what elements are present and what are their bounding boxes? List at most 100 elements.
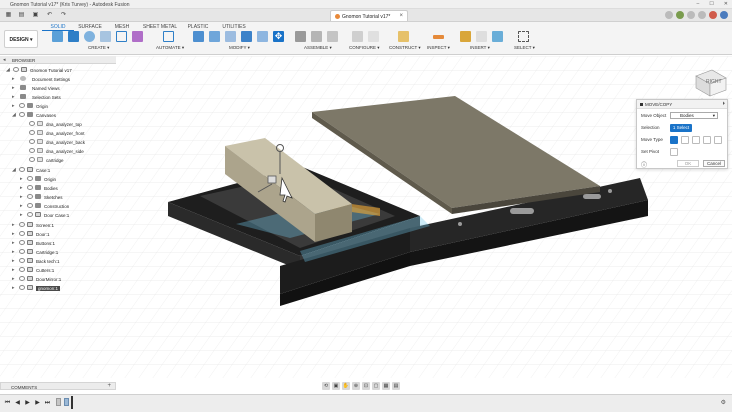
group-configure[interactable]: CONFIGURE ▾ [349, 45, 380, 51]
group-insert[interactable]: INSERT ▾ [470, 45, 490, 51]
viewports-icon[interactable]: ▤ [392, 382, 400, 390]
tab-plastic[interactable]: PLASTIC [182, 23, 214, 31]
fit-icon[interactable]: ⊡ [362, 382, 370, 390]
visibility-eye-icon[interactable] [19, 103, 25, 108]
visibility-eye-icon[interactable] [19, 167, 25, 172]
group-assemble[interactable]: ASSEMBLE ▾ [304, 45, 332, 51]
look-at-icon[interactable]: ▣ [332, 382, 340, 390]
visibility-eye-icon[interactable] [29, 157, 35, 162]
browser-panel-header[interactable]: ◂ BROWSER [0, 56, 116, 64]
tab-solid[interactable]: SOLID [42, 23, 74, 31]
visibility-eye-icon[interactable] [27, 176, 33, 181]
visibility-eye-icon[interactable] [29, 121, 35, 126]
as-built-joint-icon[interactable] [311, 31, 322, 42]
redo-icon[interactable]: ↷ [59, 11, 68, 19]
insert-derive-icon[interactable] [460, 31, 471, 42]
add-comment-icon[interactable]: + [107, 383, 111, 389]
step-back-icon[interactable]: ◀ [14, 399, 21, 407]
visibility-eye-icon[interactable] [27, 185, 33, 190]
group-modify[interactable]: MODIFY ▾ [229, 45, 250, 51]
comments-panel[interactable]: COMMENTS + [0, 382, 116, 390]
joint-origin-icon[interactable] [327, 31, 338, 42]
info-icon[interactable]: ⓘ [641, 160, 647, 169]
scale-icon[interactable] [257, 31, 268, 42]
joint-icon[interactable] [295, 31, 306, 42]
zoom-icon[interactable]: ⊕ [352, 382, 360, 390]
offset-plane-icon[interactable] [398, 31, 409, 42]
document-tab[interactable]: Gnomon Tutorial v17* × [330, 10, 408, 21]
move-copy-icon[interactable]: ✥ [273, 31, 284, 42]
pan-icon[interactable]: ✋ [342, 382, 350, 390]
automate-icon[interactable] [163, 31, 174, 42]
visibility-eye-icon[interactable] [19, 222, 25, 227]
timeline-feature[interactable] [64, 398, 69, 406]
view-cube-face[interactable]: RIGHT [706, 79, 722, 85]
revolve-icon[interactable] [84, 31, 95, 42]
user-avatar[interactable] [720, 11, 728, 19]
close-tab-icon[interactable]: × [399, 13, 403, 19]
undo-icon[interactable]: ↶ [45, 11, 54, 19]
combine-icon[interactable] [241, 31, 252, 42]
file-icon[interactable]: ▤ [17, 11, 26, 19]
visibility-eye-icon[interactable] [19, 267, 25, 272]
grid-settings-icon[interactable]: ▦ [382, 382, 390, 390]
insert-canvas-icon[interactable] [492, 31, 503, 42]
timeline-playhead[interactable] [71, 396, 73, 409]
free-move-icon[interactable] [670, 136, 678, 144]
measure-icon[interactable] [433, 35, 444, 39]
visibility-eye-icon[interactable] [29, 139, 35, 144]
group-select[interactable]: SELECT ▾ [514, 45, 535, 51]
orbit-icon[interactable]: ⟲ [322, 382, 330, 390]
group-create[interactable]: CREATE ▾ [88, 45, 109, 51]
notifications-icon[interactable] [698, 11, 706, 19]
group-automate[interactable]: AUTOMATE ▾ [156, 45, 184, 51]
point-to-point-icon[interactable] [703, 136, 711, 144]
box-icon[interactable] [116, 31, 127, 42]
shell-icon[interactable] [225, 31, 236, 42]
move-object-dropdown[interactable]: Bodies ▾ [670, 112, 718, 119]
visibility-eye-icon[interactable] [19, 276, 25, 281]
close-window-button[interactable]: ✕ [724, 1, 728, 7]
tab-mesh[interactable]: MESH [106, 23, 138, 31]
pin-icon[interactable]: ⏵ [722, 101, 725, 107]
group-inspect[interactable]: INSPECT ▾ [427, 45, 450, 51]
extrude-icon[interactable] [68, 31, 79, 42]
job-status-icon[interactable] [687, 11, 695, 19]
cancel-button[interactable]: Cancel [703, 160, 725, 167]
new-component-icon[interactable] [52, 31, 63, 42]
help-icon[interactable] [709, 11, 717, 19]
point-to-position-icon[interactable] [714, 136, 722, 144]
maximize-button[interactable]: ☐ [709, 1, 713, 7]
extensions-icon[interactable] [676, 11, 684, 19]
tab-surface[interactable]: SURFACE [74, 23, 106, 31]
app-menu-icon[interactable]: ▦ [4, 11, 13, 19]
create-form-icon[interactable] [132, 31, 143, 42]
display-settings-icon[interactable]: ▢ [372, 382, 380, 390]
visibility-eye-icon[interactable] [13, 67, 19, 72]
visibility-eye-icon[interactable] [27, 194, 33, 199]
save-icon[interactable]: ▣ [31, 11, 40, 19]
insert-mesh-icon[interactable] [476, 31, 487, 42]
gear-icon[interactable]: ⚙ [721, 399, 726, 406]
visibility-eye-icon[interactable] [19, 231, 25, 236]
tab-sheet-metal[interactable]: SHEET METAL [138, 23, 182, 31]
workspace-switcher[interactable]: DESIGN ▾ [4, 30, 38, 48]
go-to-start-icon[interactable]: ⏮ [4, 399, 11, 407]
visibility-eye-icon[interactable] [27, 203, 33, 208]
collapse-browser-icon[interactable]: ◂ [3, 57, 6, 63]
new-tab-icon[interactable] [665, 11, 673, 19]
visibility-eye-icon[interactable] [19, 258, 25, 263]
rotate-icon[interactable] [692, 136, 700, 144]
group-construct[interactable]: CONSTRUCT ▾ [389, 45, 421, 51]
selection-button[interactable]: 1 Select [670, 124, 692, 132]
play-icon[interactable]: ▶ [24, 399, 31, 407]
fillet-icon[interactable] [209, 31, 220, 42]
translate-icon[interactable] [681, 136, 689, 144]
step-forward-icon[interactable]: ▶ [34, 399, 41, 407]
configure-table-icon[interactable] [352, 31, 363, 42]
timeline-feature[interactable] [56, 398, 61, 406]
model-canvas[interactable]: RIGHT [0, 56, 732, 378]
visibility-eye-icon[interactable] [29, 148, 35, 153]
select-icon[interactable] [518, 31, 529, 42]
visibility-eye-icon[interactable] [27, 212, 33, 217]
